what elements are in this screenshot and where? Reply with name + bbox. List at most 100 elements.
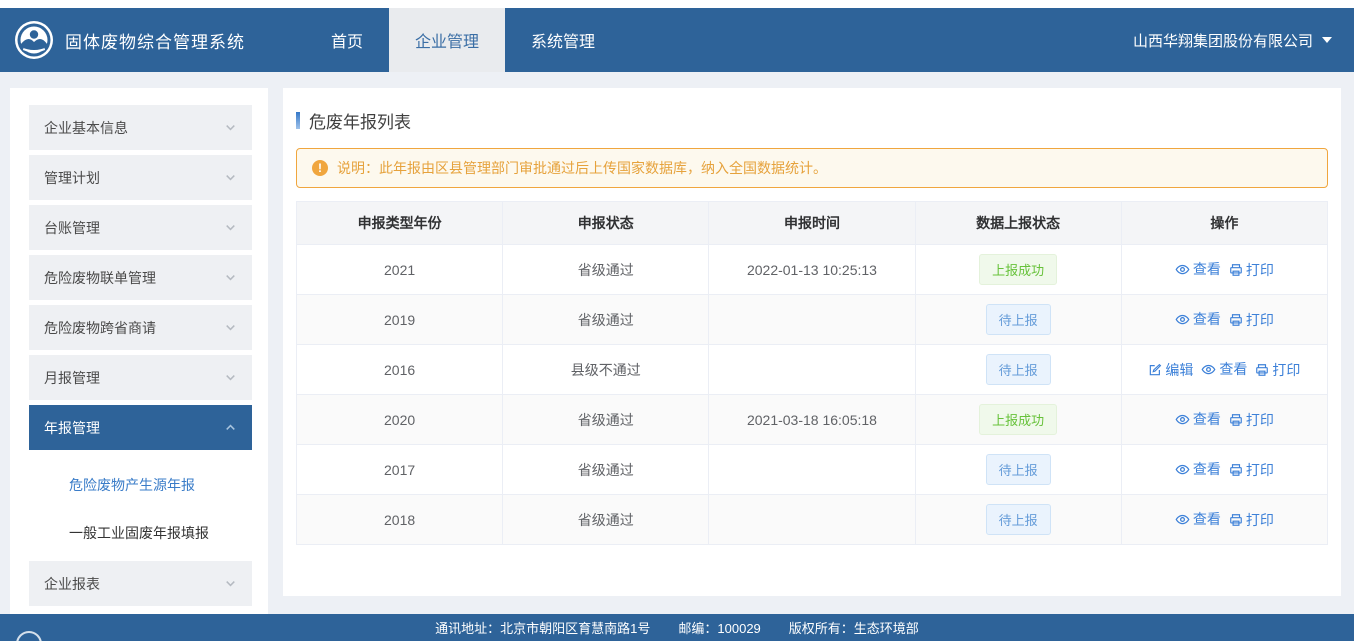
year-cell: 2020 [297, 395, 503, 445]
upload-status-badge: 上报成功 [979, 254, 1057, 285]
view-button[interactable]: 查看 [1175, 509, 1221, 529]
time-cell [709, 345, 915, 395]
ministry-logo-icon [14, 20, 54, 60]
print-label: 打印 [1246, 510, 1274, 530]
alert-text: 说明：此年报由区县管理部门审批通过后上传国家数据库，纳入全国数据统计。 [337, 158, 827, 178]
chevron-down-icon [224, 171, 237, 184]
view-button[interactable]: 查看 [1175, 459, 1221, 479]
view-label: 查看 [1193, 309, 1221, 329]
brand: 固体废物综合管理系统 [0, 8, 245, 72]
view-icon [1175, 512, 1193, 527]
sidebar-item-monthly-report[interactable]: 月报管理 [29, 355, 252, 400]
print-button[interactable]: 打印 [1255, 360, 1300, 380]
page-title: 危废年报列表 [309, 108, 411, 133]
sidebar-item-hazardous-waste-cross-province[interactable]: 危险废物跨省商请 [29, 305, 252, 350]
title-accent-bar [296, 112, 300, 129]
column-header: 操作 [1121, 202, 1327, 245]
time-cell [709, 495, 915, 545]
table-row: 2018省级通过 待上报 查看 打印 [297, 495, 1328, 545]
view-button[interactable]: 查看 [1201, 359, 1247, 379]
actions-cell: 查看打印 [1121, 245, 1327, 295]
print-label: 打印 [1272, 360, 1300, 380]
print-button[interactable]: 打印 [1229, 410, 1274, 430]
footer: 通讯地址：北京市朝阳区育慧南路1号 邮编：100029 版权所有：生态环境部 [0, 614, 1354, 641]
sidebar-item-enterprise-basic-info[interactable]: 企业基本信息 [29, 105, 252, 150]
year-cell: 2021 [297, 245, 503, 295]
year-cell: 2019 [297, 295, 503, 345]
column-header: 申报状态 [503, 202, 709, 245]
sidebar-item-label: 危险废物联单管理 [44, 268, 156, 288]
upload-status-badge[interactable]: 待上报 [986, 454, 1051, 485]
upload-status-cell: 待上报 [915, 345, 1121, 395]
nav-tab-system[interactable]: 系统管理 [505, 8, 621, 72]
nav-tab-enterprise[interactable]: 企业管理 [389, 8, 505, 72]
sidebar-item-enterprise-reports[interactable]: 企业报表 [29, 561, 252, 606]
chevron-down-icon [224, 271, 237, 284]
caret-down-icon [1322, 37, 1332, 43]
sidebar-subitem-hazardous-waste-source-annual-report[interactable]: 危险废物产生源年报 [29, 461, 252, 509]
view-button[interactable]: 查看 [1175, 309, 1221, 329]
footer-address: 通讯地址：北京市朝阳区育慧南路1号 [435, 618, 650, 637]
navbar-spacer [621, 8, 1133, 72]
status-cell: 省级通过 [503, 395, 709, 445]
view-button[interactable]: 查看 [1175, 259, 1221, 279]
view-label: 查看 [1193, 509, 1221, 529]
table-row: 2019省级通过待上报查看打印 [297, 295, 1328, 345]
page-title-row: 危废年报列表 [296, 108, 1328, 133]
view-icon [1175, 412, 1193, 427]
footer-copyright: 版权所有：生态环境部 [789, 618, 919, 637]
chevron-down-icon [224, 221, 237, 234]
sidebar-item-label: 年报管理 [44, 418, 100, 438]
info-alert: ! 说明：此年报由区县管理部门审批通过后上传国家数据库，纳入全国数据统计。 [296, 148, 1328, 188]
print-button[interactable]: 打印 [1229, 260, 1274, 280]
print-button[interactable]: 打印 [1229, 510, 1274, 530]
sidebar-item-label: 管理计划 [44, 168, 100, 188]
warning-circle-icon: ! [312, 160, 328, 176]
print-icon [1229, 413, 1246, 427]
status-cell: 县级不通过 [503, 345, 709, 395]
print-label: 打印 [1246, 310, 1274, 330]
status-cell: 省级通过 [503, 495, 709, 545]
view-icon [1175, 312, 1193, 327]
sidebar-item-annual-report[interactable]: 年报管理 [29, 405, 252, 450]
print-button[interactable]: 打印 [1229, 310, 1274, 330]
upload-status-badge[interactable]: 待上报 [986, 304, 1051, 335]
status-cell: 省级通过 [503, 445, 709, 495]
year-cell: 2018 [297, 495, 503, 545]
main-nav: 首页企业管理系统管理 [305, 8, 621, 72]
main-panel: 危废年报列表 ! 说明：此年报由区县管理部门审批通过后上传国家数据库，纳入全国数… [283, 88, 1341, 596]
sidebar-subitem-general-solid-waste-annual-report[interactable]: 一般工业固废年报填报 [29, 509, 252, 557]
print-button[interactable]: 打印 [1229, 460, 1274, 480]
sidebar-item-label: 台账管理 [44, 218, 100, 238]
chevron-down-icon [224, 321, 237, 334]
sidebar-item-management-plan[interactable]: 管理计划 [29, 155, 252, 200]
table-row: 2017省级通过待上报查看打印 [297, 445, 1328, 495]
print-label: 打印 [1246, 410, 1274, 430]
chevron-up-icon [224, 421, 237, 434]
sidebar-item-label: 企业报表 [44, 574, 100, 594]
actions-cell: 查看 打印 [1121, 395, 1327, 445]
sidebar-submenu: 危险废物产生源年报一般工业固废年报填报 [29, 455, 252, 561]
nav-tab-home[interactable]: 首页 [305, 8, 389, 72]
time-cell: 2021-03-18 16:05:18 [709, 395, 915, 445]
time-cell [709, 445, 915, 495]
table-row: 2020省级通过2021-03-18 16:05:18上报成功查看打印 [297, 395, 1328, 445]
time-cell: 2022-01-13 10:25:13 [709, 245, 915, 295]
print-icon [1255, 363, 1272, 377]
view-button[interactable]: 查看 [1175, 409, 1221, 429]
column-header: 数据上报状态 [915, 202, 1121, 245]
upload-status-cell: 待上报 [915, 295, 1121, 345]
sidebar-item-ledger-management[interactable]: 台账管理 [29, 205, 252, 250]
view-icon [1175, 262, 1193, 277]
upload-status-badge[interactable]: 待上报 [986, 354, 1051, 385]
top-navbar: 固体废物综合管理系统 首页企业管理系统管理 山西华翔集团股份有限公司 [0, 8, 1354, 72]
table-row: 2016县级不通过待上报编辑查看打印 [297, 345, 1328, 395]
column-header: 申报类型年份 [297, 202, 503, 245]
sidebar-item-hazardous-waste-manifest[interactable]: 危险废物联单管理 [29, 255, 252, 300]
edit-button[interactable]: 编辑 [1148, 360, 1193, 380]
upload-status-badge[interactable]: 待上报 [986, 504, 1051, 535]
company-dropdown[interactable]: 山西华翔集团股份有限公司 [1133, 8, 1354, 72]
print-icon [1229, 463, 1246, 477]
table-header-row: 申报类型年份申报状态申报时间数据上报状态操作 [297, 202, 1328, 245]
table-row: 2021省级通过2022-01-13 10:25:13上报成功查看打印 [297, 245, 1328, 295]
